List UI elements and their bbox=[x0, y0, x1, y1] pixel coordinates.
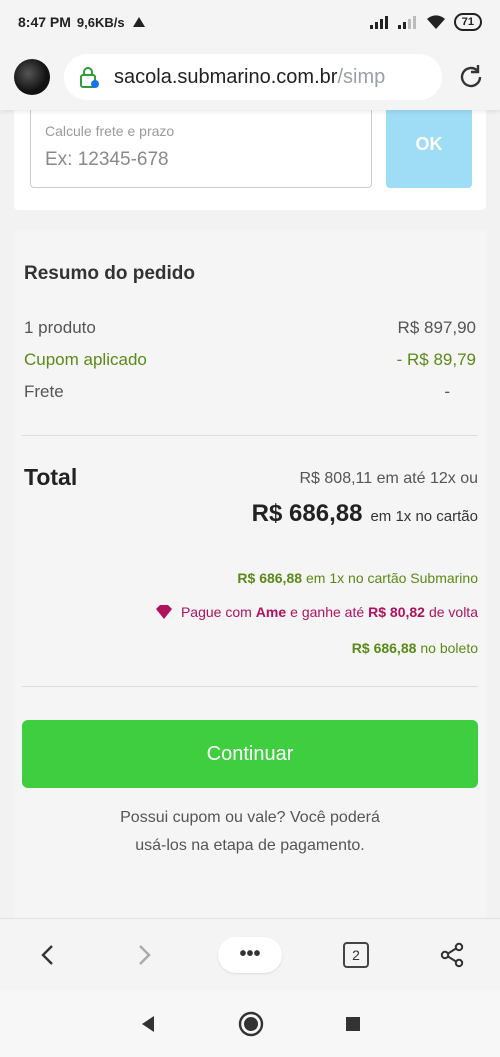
product-row: 1 produto R$ 897,90 bbox=[24, 318, 476, 338]
diamond-icon bbox=[155, 605, 172, 619]
coupon-note: Possui cupom ou vale? Você poderá usá-lo… bbox=[120, 809, 380, 854]
battery-indicator: 71 bbox=[453, 13, 482, 31]
lock-icon bbox=[80, 67, 99, 88]
shipping-value: - bbox=[444, 382, 450, 401]
shipping-row: Frete - bbox=[24, 382, 476, 402]
summary-title: Resumo do pedido bbox=[24, 263, 195, 284]
boleto-value: R$ 686,88 bbox=[351, 640, 417, 656]
status-bar: 8:47 PM 9,6KB/s 71 bbox=[0, 0, 500, 44]
cep-input[interactable]: Calcule frete e prazo Ex: 12345-678 bbox=[30, 110, 372, 188]
browser-toolbar: ••• 2 bbox=[0, 918, 500, 990]
continue-button[interactable]: Continuar bbox=[22, 720, 478, 788]
url-field[interactable]: sacola.submarino.com.br/simp bbox=[64, 54, 442, 100]
chevron-right-icon bbox=[139, 944, 151, 965]
ame-value: R$ 80,82 bbox=[368, 604, 425, 620]
installment-text: R$ 808,11 em até 12x ou bbox=[299, 470, 479, 487]
total-price: R$ 686,88 em 1x no cartão bbox=[252, 500, 478, 528]
wifi-icon bbox=[426, 15, 445, 29]
coupon-label: Cupom aplicado bbox=[24, 350, 147, 369]
status-time: 8:47 PM bbox=[18, 14, 71, 30]
card-text: em 1x no cartão Submarino bbox=[306, 570, 478, 586]
notification-icon bbox=[132, 17, 145, 27]
nav-recents-icon[interactable] bbox=[344, 1015, 362, 1033]
ame-brand: Ame bbox=[255, 604, 287, 620]
order-summary: Resumo do pedido 1 produto R$ 897,90 Cup… bbox=[14, 230, 486, 918]
ame-middle: e ganhe até bbox=[290, 604, 365, 620]
system-nav-bar bbox=[0, 990, 500, 1057]
profile-avatar[interactable] bbox=[14, 59, 50, 95]
tab-count: 2 bbox=[343, 941, 369, 968]
tabs-button[interactable]: 2 bbox=[334, 933, 378, 977]
back-button[interactable] bbox=[26, 933, 70, 977]
url-text: sacola.submarino.com.br/simp bbox=[114, 65, 386, 88]
shipping-calculator: Calcule frete e prazo Ex: 12345-678 OK bbox=[14, 110, 486, 210]
total-suffix: em 1x no cartão bbox=[370, 508, 478, 525]
product-value: R$ 897,90 bbox=[397, 318, 476, 337]
ok-button[interactable]: OK bbox=[386, 110, 472, 188]
cep-placeholder: Ex: 12345-678 bbox=[45, 149, 169, 170]
signal-secondary-icon bbox=[397, 16, 416, 29]
nav-home-icon[interactable] bbox=[238, 1011, 264, 1037]
total-value: R$ 686,88 bbox=[251, 500, 363, 527]
chevron-left-icon bbox=[41, 944, 53, 965]
coupon-value: - R$ 89,79 bbox=[396, 350, 476, 369]
divider bbox=[22, 435, 478, 436]
ame-prefix: Pague com bbox=[180, 604, 252, 620]
share-button[interactable] bbox=[430, 933, 474, 977]
coupon-row: Cupom aplicado - R$ 89,79 bbox=[24, 350, 476, 370]
share-icon bbox=[440, 942, 464, 967]
menu-button[interactable]: ••• bbox=[218, 936, 282, 973]
boleto-payment-line: R$ 686,88 no boleto bbox=[352, 640, 478, 656]
cep-label: Calcule frete e prazo bbox=[45, 123, 175, 139]
shipping-label: Frete bbox=[24, 382, 64, 401]
browser-address-bar: sacola.submarino.com.br/simp bbox=[0, 44, 500, 110]
signal-icon bbox=[369, 16, 388, 29]
card-value: R$ 686,88 bbox=[237, 570, 303, 586]
ame-suffix: de volta bbox=[428, 604, 478, 620]
page-content: Calcule frete e prazo Ex: 12345-678 OK R… bbox=[0, 110, 500, 918]
forward-button[interactable] bbox=[122, 933, 166, 977]
divider bbox=[22, 686, 478, 687]
nav-back-icon[interactable] bbox=[138, 1014, 158, 1034]
reload-icon[interactable] bbox=[456, 62, 486, 92]
total-label: Total bbox=[24, 464, 78, 490]
product-label: 1 produto bbox=[24, 318, 96, 337]
ame-payment-line: Pague com Ame e ganhe até R$ 80,82 de vo… bbox=[155, 604, 478, 620]
status-speed: 9,6KB/s bbox=[76, 14, 125, 30]
card-payment-line: R$ 686,88 em 1x no cartão Submarino bbox=[237, 570, 478, 586]
boleto-text: no boleto bbox=[420, 640, 478, 656]
